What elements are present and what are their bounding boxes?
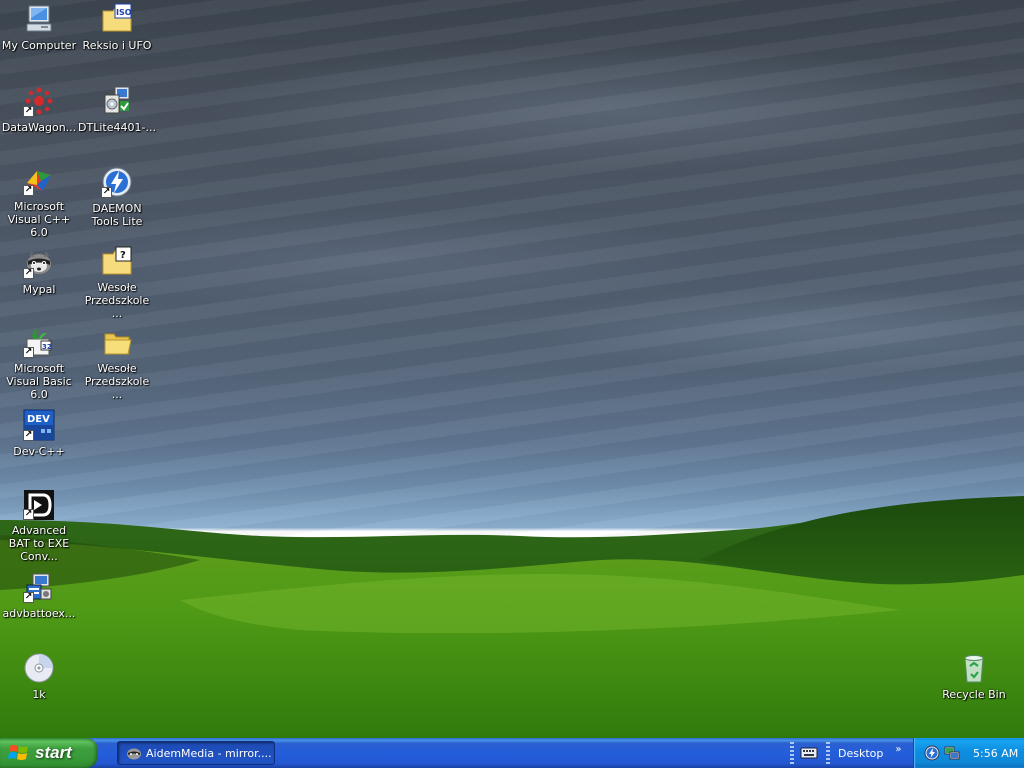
desktop-toolbar-button[interactable]: Desktop [838,747,883,760]
desktop-icon-label: Recycle Bin [942,688,1006,701]
taskbar: start AidemMedia - mirror.... Desktop » [0,738,1024,768]
dtlite-desktop-icon[interactable]: DTLite4401-... [78,84,156,154]
help-badge-text: ? [120,250,126,261]
visual-cpp-icon: ↗ [22,165,56,197]
visual-cpp-desktop-icon[interactable]: ↗ Microsoft Visual C++ 6.0 [0,165,78,239]
recycle-bin-icon [957,651,991,685]
toolbar-grip[interactable] [826,742,830,764]
toolbar-grip[interactable] [790,742,794,764]
my-computer-desktop-icon[interactable]: My Computer [0,2,78,72]
desktop-icon-label: Advanced BAT to EXE Conv... [8,524,70,563]
desktop-icon-label: Mypal [22,283,56,296]
browser-raccoon-icon [127,748,141,760]
shortcut-arrow-icon: ↗ [23,268,34,279]
mypal-desktop-icon[interactable]: ↗ Mypal [0,246,78,316]
shortcut-arrow-icon: ↗ [23,509,34,520]
folder-icon [100,327,134,359]
windows-logo-icon [8,745,28,760]
daemon-tools-desktop-icon[interactable]: ↗ DAEMON Tools Lite [78,165,156,235]
desktop-icon-label: Reksio i UFO [82,39,152,52]
datawagon-icon: ↗ [22,84,56,118]
chevron-right-icon[interactable]: » [895,744,901,755]
desktop-icon-label: DataWagon... [1,121,77,134]
advanced-bat-desktop-icon[interactable]: ↗ Advanced BAT to EXE Conv... [0,489,78,563]
shortcut-arrow-icon: ↗ [23,430,34,441]
start-button[interactable]: start [0,738,98,768]
bat-to-exe-icon: ↗ [22,489,56,521]
clock[interactable]: 5:56 AM [973,747,1018,760]
taskbar-window-button[interactable]: AidemMedia - mirror.... [117,741,275,765]
desktop-icon-label: Dev-C++ [13,445,65,458]
taskbar-window-label: AidemMedia - mirror.... [146,746,272,760]
desktop-icon-label: advbattoex... [2,607,76,620]
daemon-tools-icon: ↗ [100,165,134,199]
desktop-toolbar: Desktop » [790,738,912,768]
desktop-icon-label: Wesołe Przedszkole ... [84,281,150,320]
desktop-icon-label: My Computer [1,39,77,52]
visual-basic-desktop-icon[interactable]: 32 ↗ Microsoft Visual Basic 6.0 [0,327,78,401]
system-tray: 5:56 AM [913,738,1024,768]
desktop-icon-label: Wesołe Przedszkole ... [84,362,150,401]
iso-file-icon: ISO [100,2,134,36]
dev-cpp-desktop-icon[interactable]: DEV ↗ Dev-C++ [0,408,78,478]
datawagon-desktop-icon[interactable]: ↗ DataWagon... [0,84,78,154]
vb-badge-text: 32 [42,343,52,351]
raccoon-icon: ↗ [22,246,56,280]
start-label: start [35,743,72,762]
reksio-desktop-icon[interactable]: ISO Reksio i UFO [78,2,156,72]
daemon-tools-tray-icon[interactable] [924,745,940,761]
wesole-przedszkole-1-desktop-icon[interactable]: ? Wesołe Przedszkole ... [78,246,156,320]
keyboard-icon[interactable] [800,746,818,760]
wesole-przedszkole-2-desktop-icon[interactable]: Wesołe Przedszkole ... [78,327,156,401]
shortcut-arrow-icon: ↗ [23,106,34,117]
installer-icon: ↗ [22,570,56,604]
network-tray-icon[interactable] [944,745,960,761]
shortcut-arrow-icon: ↗ [23,592,34,603]
dev-badge-text: DEV [27,414,50,425]
iso-badge-text: ISO [116,8,132,17]
help-folder-icon: ? [100,246,134,278]
desktop-icon-label: Microsoft Visual C++ 6.0 [7,200,71,239]
shortcut-arrow-icon: ↗ [23,185,34,196]
cd-disc-icon [22,651,56,685]
my-computer-icon [22,2,56,36]
dev-cpp-icon: DEV ↗ [22,408,56,442]
desktop-icon-label: DAEMON Tools Lite [91,202,143,228]
desktop-icon-label: 1k [32,688,46,701]
setup-installer-icon [100,84,134,118]
shortcut-arrow-icon: ↗ [101,187,112,198]
shortcut-arrow-icon: ↗ [23,347,34,358]
visual-basic-icon: 32 ↗ [22,327,56,359]
desktop-icon-label: Microsoft Visual Basic 6.0 [6,362,72,401]
advbattoexe-desktop-icon[interactable]: ↗ advbattoex... [0,570,78,640]
1k-desktop-icon[interactable]: 1k [0,651,78,721]
recycle-bin-desktop-icon[interactable]: Recycle Bin [935,651,1013,721]
desktop-icon-label: DTLite4401-... [78,121,156,134]
